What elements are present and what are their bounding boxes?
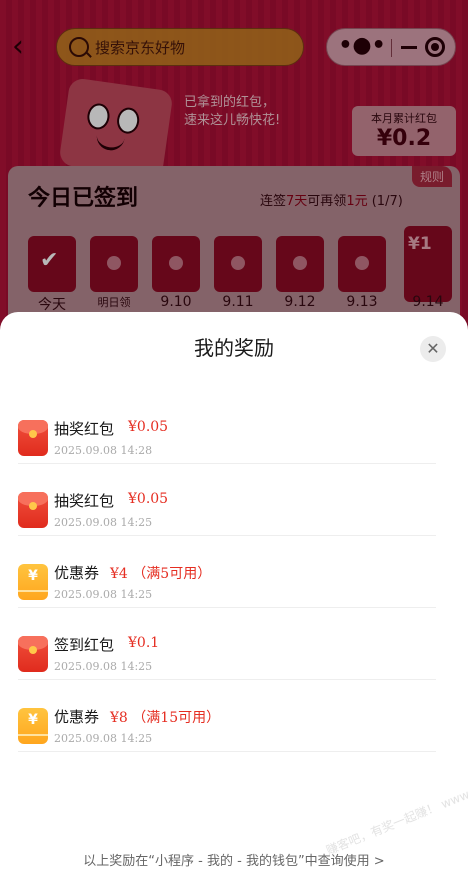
reward-name: 抽奖红包 bbox=[54, 492, 115, 510]
reward-time: 2025.09.08 14:25 bbox=[54, 588, 153, 601]
coupon-icon: ¥ bbox=[18, 564, 48, 600]
reward-amount: ¥0.05 bbox=[128, 491, 169, 507]
reward-name: 签到红包 bbox=[54, 636, 115, 654]
sheet-title: 我的奖励 bbox=[194, 336, 274, 360]
reward-name: 抽奖红包 bbox=[54, 420, 115, 438]
coupon-icon: ¥ bbox=[18, 708, 48, 744]
reward-list: 抽奖红包 ¥0.05 2025.09.08 14:28 抽奖红包 ¥0.05 2… bbox=[18, 392, 436, 752]
rewards-sheet: 我的奖励 ✕ 抽奖红包 ¥0.05 2025.09.08 14:28 抽奖红包 … bbox=[0, 312, 468, 880]
close-button[interactable]: ✕ bbox=[420, 336, 446, 362]
reward-item: 签到红包 ¥0.1 2025.09.08 14:25 bbox=[18, 608, 436, 680]
red-envelope-icon bbox=[18, 420, 48, 456]
reward-time: 2025.09.08 14:25 bbox=[54, 516, 153, 529]
reward-amount: ¥0.1 bbox=[128, 635, 160, 651]
reward-time: 2025.09.08 14:25 bbox=[54, 660, 153, 673]
reward-amount: ¥8 （满15可用） bbox=[110, 710, 221, 726]
reward-time: 2025.09.08 14:25 bbox=[54, 732, 153, 745]
reward-item: 抽奖红包 ¥0.05 2025.09.08 14:25 bbox=[18, 464, 436, 536]
red-envelope-icon bbox=[18, 492, 48, 528]
close-icon: ✕ bbox=[426, 339, 440, 358]
reward-item: ¥ 优惠券 ¥8 （满15可用） 2025.09.08 14:25 bbox=[18, 680, 436, 752]
reward-item: ¥ 优惠券 ¥4 （满5可用） 2025.09.08 14:25 bbox=[18, 536, 436, 608]
red-envelope-icon bbox=[18, 636, 48, 672]
reward-name: 优惠券 bbox=[54, 708, 100, 726]
reward-item: 抽奖红包 ¥0.05 2025.09.08 14:28 bbox=[18, 392, 436, 464]
reward-time: 2025.09.08 14:28 bbox=[54, 444, 153, 457]
reward-amount: ¥4 （满5可用） bbox=[110, 566, 212, 582]
wallet-link[interactable]: 以上奖励在“小程序 - 我的 - 我的钱包”中查询使用 > bbox=[0, 850, 468, 869]
reward-name: 优惠券 bbox=[54, 564, 100, 582]
reward-amount: ¥0.05 bbox=[128, 419, 169, 435]
